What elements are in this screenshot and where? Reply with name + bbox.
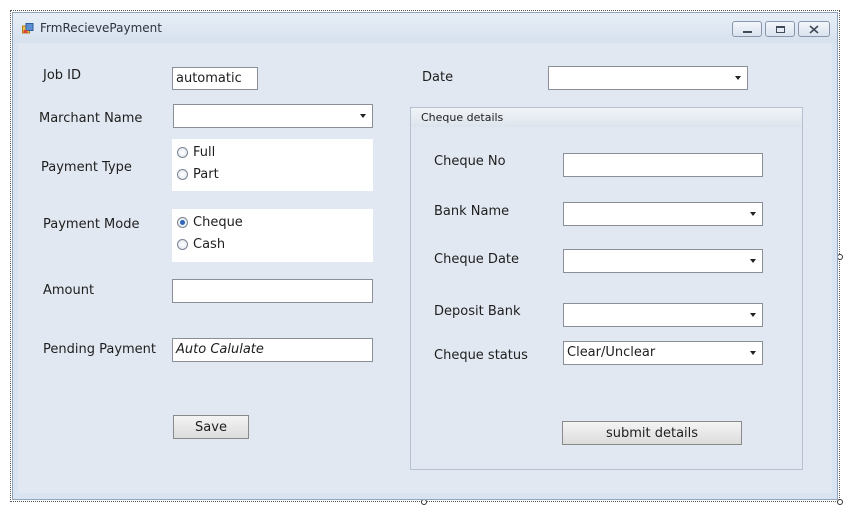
save-button[interactable]: Save bbox=[173, 415, 249, 439]
cheque-status-label: Cheque status bbox=[434, 348, 528, 363]
cheque-details-title: Cheque details bbox=[421, 111, 504, 124]
radio-button[interactable] bbox=[177, 169, 188, 180]
cheque-status-combo[interactable]: Clear/Unclear bbox=[563, 341, 763, 365]
job-id-field[interactable]: automatic bbox=[172, 67, 258, 90]
chevron-down-icon bbox=[360, 114, 366, 118]
radio-part-label: Part bbox=[193, 167, 219, 182]
radio-full[interactable]: Full bbox=[177, 145, 215, 160]
bank-name-combo[interactable] bbox=[563, 202, 763, 226]
amount-field[interactable] bbox=[172, 279, 373, 303]
cheque-status-value: Clear/Unclear bbox=[567, 345, 656, 360]
amount-label: Amount bbox=[43, 283, 95, 298]
radio-part[interactable]: Part bbox=[177, 167, 219, 182]
chevron-down-icon bbox=[750, 351, 756, 355]
radio-button-checked[interactable] bbox=[177, 217, 188, 228]
cheque-date-label: Cheque Date bbox=[434, 252, 520, 267]
radio-button[interactable] bbox=[177, 239, 188, 250]
payment-type-panel: Full Part bbox=[172, 139, 373, 191]
radio-button[interactable] bbox=[177, 147, 188, 158]
window-title: FrmRecievePayment bbox=[40, 21, 162, 35]
radio-cheque-label: Cheque bbox=[193, 215, 243, 230]
submit-details-button[interactable]: submit details bbox=[562, 421, 742, 445]
minimize-icon bbox=[742, 30, 752, 33]
payment-type-label: Payment Type bbox=[41, 160, 132, 175]
radio-cash-label: Cash bbox=[193, 237, 226, 252]
radio-cheque[interactable]: Cheque bbox=[177, 215, 243, 230]
merchant-name-combo[interactable] bbox=[173, 104, 373, 128]
chevron-down-icon bbox=[750, 259, 756, 263]
maximize-button[interactable] bbox=[765, 21, 795, 37]
cheque-no-field[interactable] bbox=[563, 153, 763, 177]
pending-payment-field[interactable]: Auto Calulate bbox=[172, 338, 373, 362]
radio-full-label: Full bbox=[193, 145, 216, 160]
chevron-down-icon bbox=[750, 212, 756, 216]
date-label: Date bbox=[422, 70, 454, 85]
cheque-no-label: Cheque No bbox=[434, 154, 506, 169]
close-icon bbox=[809, 24, 819, 34]
close-button[interactable] bbox=[798, 21, 830, 37]
payment-mode-label: Payment Mode bbox=[43, 217, 140, 232]
deposit-bank-label: Deposit Bank bbox=[434, 304, 521, 319]
merchant-name-label: Marchant Name bbox=[39, 111, 143, 126]
radio-cash[interactable]: Cash bbox=[177, 237, 225, 252]
bank-name-label: Bank Name bbox=[434, 204, 510, 219]
minimize-button[interactable] bbox=[732, 21, 762, 37]
chevron-down-icon bbox=[750, 313, 756, 317]
payment-mode-panel: Cheque Cash bbox=[172, 209, 373, 262]
deposit-bank-combo[interactable] bbox=[563, 303, 763, 327]
maximize-icon bbox=[775, 25, 785, 33]
app-form-icon bbox=[22, 23, 34, 34]
chevron-down-icon bbox=[735, 76, 741, 80]
job-id-label: Job ID bbox=[43, 68, 82, 83]
cheque-date-picker[interactable] bbox=[563, 249, 763, 273]
date-picker[interactable] bbox=[548, 66, 748, 90]
pending-payment-label: Pending Payment bbox=[43, 342, 157, 357]
